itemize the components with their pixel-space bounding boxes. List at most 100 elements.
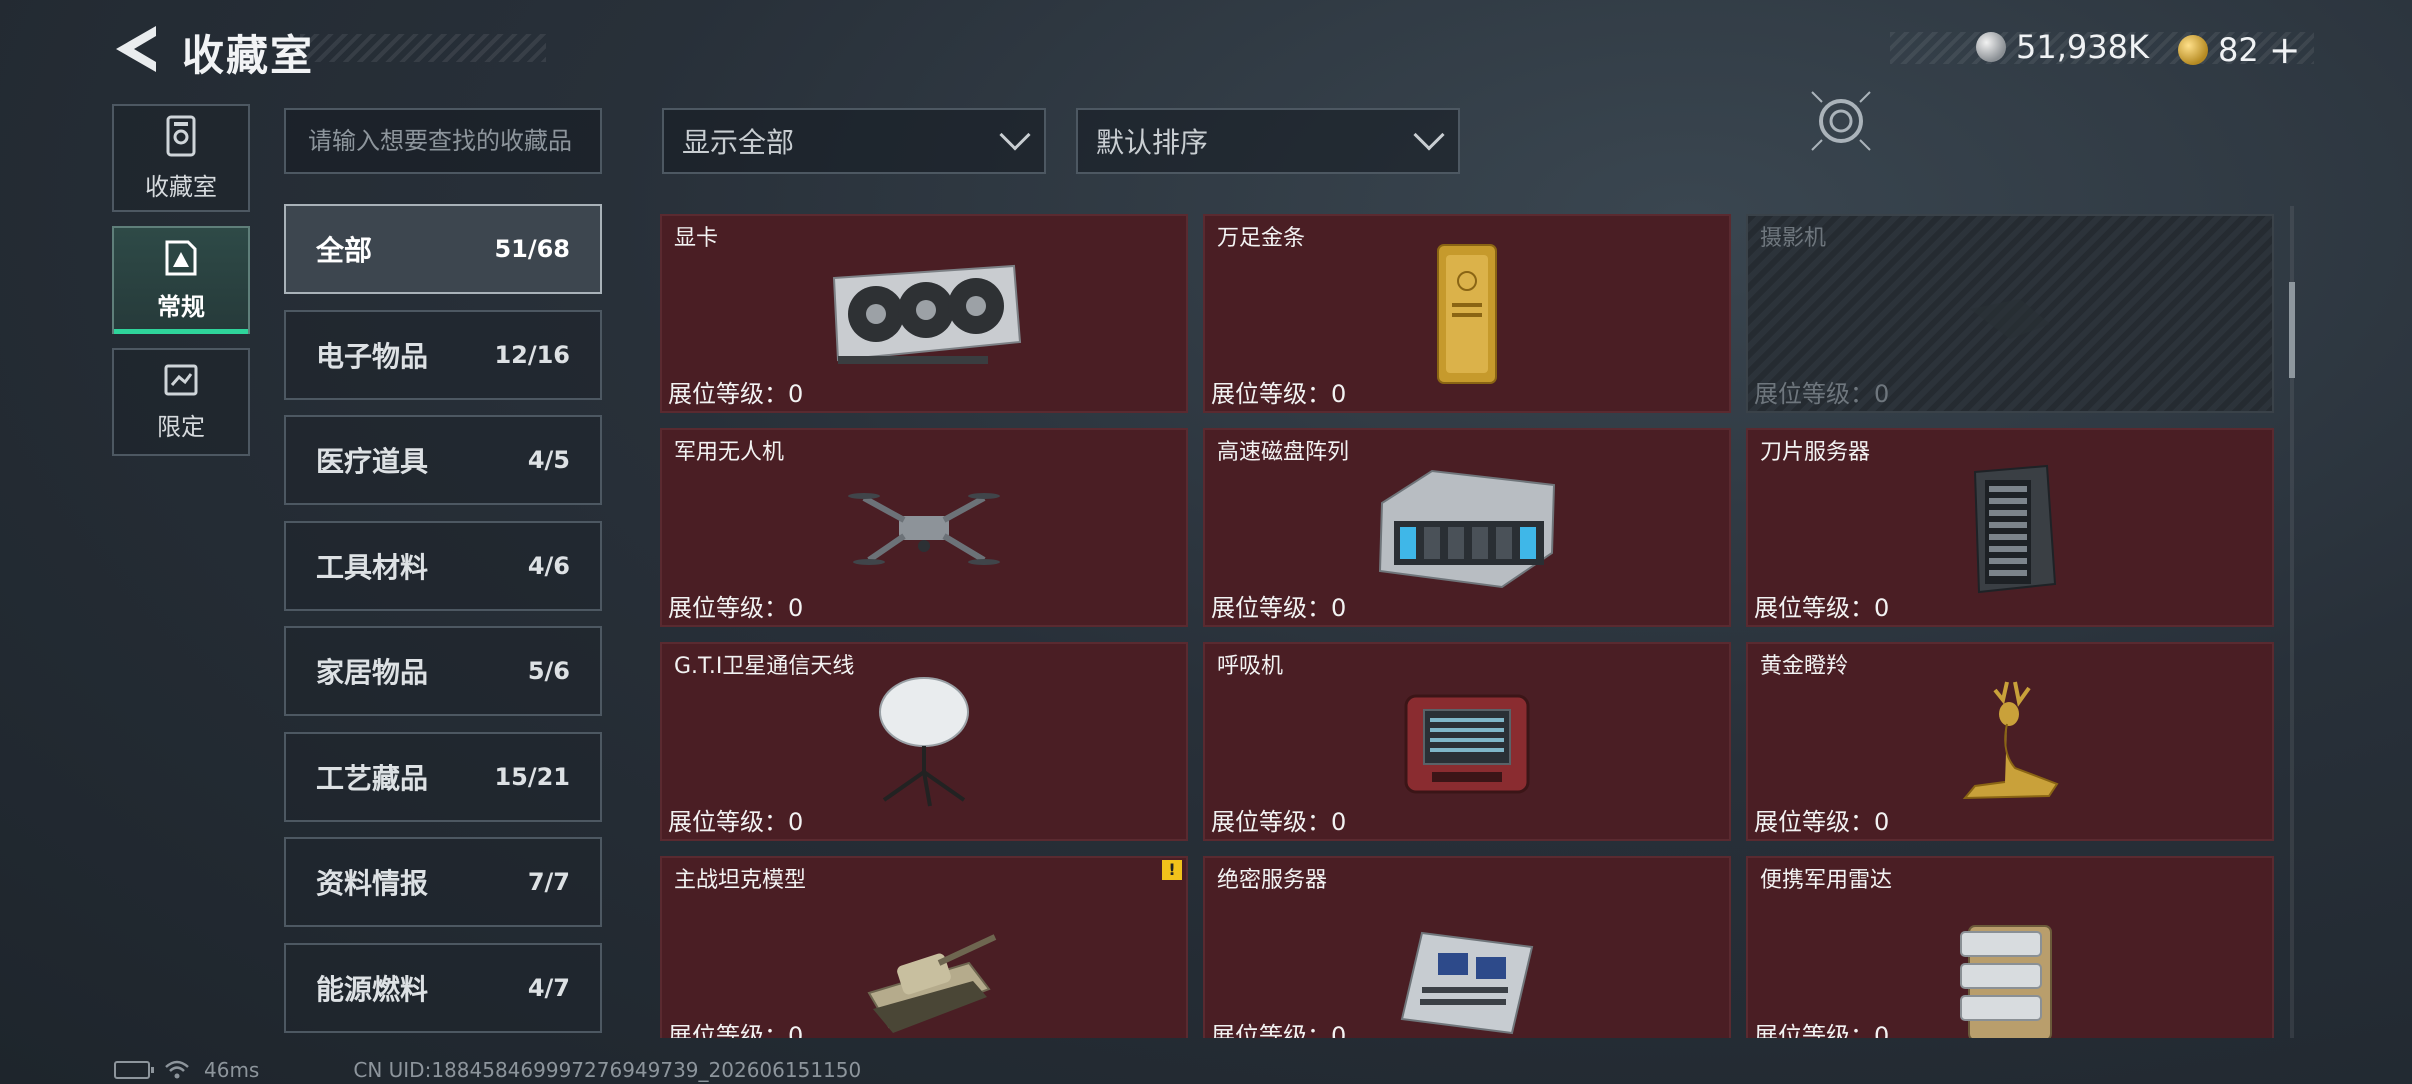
item-name: 绝密服务器: [1217, 868, 1328, 893]
chevron-down-icon: [1413, 119, 1445, 151]
category-count: 7/7: [527, 868, 570, 896]
item-level: 展位等级：0: [1754, 1022, 1890, 1038]
category-energy[interactable]: 能源燃料 4/7: [284, 943, 602, 1033]
category-household[interactable]: 家居物品 5/6: [284, 626, 602, 716]
nav-tab-collection-room[interactable]: 收藏室: [112, 104, 250, 212]
chevron-down-icon: [999, 119, 1031, 151]
item-card[interactable]: 刀片服务器 展位等级：0: [1746, 428, 2274, 627]
item-card[interactable]: 黄金瞪羚 展位等级：0: [1746, 642, 2274, 841]
category-count: 4/7: [527, 974, 570, 1002]
ventilator-image: [1404, 694, 1530, 793]
item-name: 主战坦克模型: [674, 868, 807, 893]
item-card[interactable]: 军用无人机 展位等级：0: [660, 428, 1188, 627]
item-level: 展位等级：0: [1211, 594, 1347, 622]
item-level: 展位等级：0: [1754, 380, 1890, 408]
item-card[interactable]: 便携军用雷达 展位等级：0: [1746, 856, 2274, 1038]
target-icon[interactable]: [1806, 86, 1876, 156]
tank-model-image: [867, 934, 997, 1033]
gold-coin-icon: [2178, 35, 2208, 65]
limited-icon: [164, 364, 198, 395]
silver-currency: 51,938K: [1976, 28, 2149, 66]
category-name: 资料情报: [316, 867, 429, 900]
disk-array-image: [1378, 469, 1556, 588]
category-name: 工艺藏品: [316, 762, 429, 795]
category-crafts[interactable]: 工艺藏品 15/21: [284, 732, 602, 822]
item-level: 展位等级：0: [668, 808, 804, 836]
item-card[interactable]: 万足金条 展位等级：0: [1203, 214, 1731, 413]
item-level: 展位等级：0: [668, 594, 804, 622]
page-title: 收藏室: [182, 31, 315, 80]
add-currency-button[interactable]: +: [2269, 28, 2301, 72]
item-name: 呼吸机: [1217, 654, 1284, 679]
category-name: 工具材料: [316, 551, 429, 584]
item-level: 展位等级：0: [668, 380, 804, 408]
item-level: 展位等级：0: [1211, 808, 1347, 836]
battery-icon: [114, 1061, 154, 1079]
regular-icon: [165, 240, 197, 275]
golden-gazelle-image: [1962, 681, 2059, 799]
ping-value: 46ms: [204, 1058, 260, 1082]
portable-radar-image: [1960, 924, 2052, 1038]
gold-bar-image: [1437, 243, 1497, 384]
category-name: 全部: [316, 234, 373, 267]
nav-tab-label: 限定: [157, 412, 205, 441]
wifi-icon: [165, 1060, 189, 1079]
title-decoration: [300, 34, 546, 62]
drone-image: [848, 492, 1000, 565]
category-count: 12/16: [494, 341, 570, 369]
item-card[interactable]: 摄影机 展位等级：0: [1746, 214, 2274, 413]
item-name: 高速磁盘阵列: [1217, 440, 1350, 465]
nav-tab-label: 收藏室: [145, 172, 217, 201]
graphics-card-image: [832, 264, 1022, 364]
category-name: 医疗道具: [316, 445, 429, 478]
category-count: 4/5: [527, 446, 570, 474]
collection-grid: 显卡 展位等级：0 万足金条 展位等级：0 摄影机 展位等级：0 军用无人机 展…: [660, 214, 2274, 1038]
item-name: G.T.I卫星通信天线: [674, 654, 855, 679]
category-count: 51/68: [494, 235, 570, 263]
item-name: 万足金条: [1217, 226, 1306, 251]
warning-icon: !: [1162, 860, 1182, 880]
item-card[interactable]: G.T.I卫星通信天线 展位等级：0: [660, 642, 1188, 841]
item-card[interactable]: 显卡 展位等级：0: [660, 214, 1188, 413]
item-level: 展位等级：0: [1211, 380, 1347, 408]
sort-dropdown[interactable]: 默认排序: [1076, 108, 1460, 174]
scrollbar-thumb[interactable]: [2289, 282, 2295, 378]
camera-image: [1970, 298, 2050, 339]
gold-currency-value: 82: [2218, 31, 2259, 69]
secret-server-image: [1400, 931, 1534, 1034]
item-level: 展位等级：0: [1754, 808, 1890, 836]
category-count: 15/21: [494, 763, 570, 791]
item-level: 展位等级：0: [1754, 594, 1890, 622]
item-name: 摄影机: [1760, 226, 1827, 251]
category-intel[interactable]: 资料情报 7/7: [284, 837, 602, 927]
item-card[interactable]: 高速磁盘阵列 展位等级：0: [1203, 428, 1731, 627]
nav-tab-limited[interactable]: 限定: [112, 348, 250, 456]
item-name: 黄金瞪羚: [1760, 654, 1849, 679]
category-count: 5/6: [527, 657, 570, 685]
gold-currency[interactable]: 82 +: [2178, 28, 2301, 72]
uid-text: CN UID:18845846999727694973​9_2026061511…: [353, 1058, 862, 1082]
item-name: 便携军用雷达: [1760, 868, 1893, 893]
search-input[interactable]: [284, 108, 602, 174]
category-name: 家居物品: [316, 656, 429, 689]
item-card[interactable]: 绝密服务器 展位等级：0: [1203, 856, 1731, 1038]
back-arrow-icon[interactable]: [112, 24, 158, 74]
category-name: 能源燃料: [316, 973, 429, 1006]
item-name: 军用无人机: [674, 440, 785, 465]
item-card[interactable]: 主战坦克模型 ! 展位等级：0: [660, 856, 1188, 1038]
nav-tab-regular[interactable]: 常规: [112, 226, 250, 334]
category-electronics[interactable]: 电子物品 12/16: [284, 310, 602, 400]
category-count: 4/6: [527, 552, 570, 580]
sort-value: 默认排序: [1096, 126, 1209, 159]
category-tools[interactable]: 工具材料 4/6: [284, 521, 602, 611]
item-card[interactable]: 呼吸机 展位等级：0: [1203, 642, 1731, 841]
item-level: 展位等级：0: [1211, 1022, 1347, 1038]
item-name: 刀片服务器: [1760, 440, 1871, 465]
item-name: 显卡: [674, 226, 719, 251]
category-medical[interactable]: 医疗道具 4/5: [284, 415, 602, 505]
category-name: 电子物品: [316, 340, 429, 373]
nav-tab-label: 常规: [157, 292, 205, 321]
show-filter-dropdown[interactable]: 显示全部: [662, 108, 1046, 174]
category-all[interactable]: 全部 51/68: [284, 204, 602, 294]
silver-coin-icon: [1976, 32, 2006, 62]
